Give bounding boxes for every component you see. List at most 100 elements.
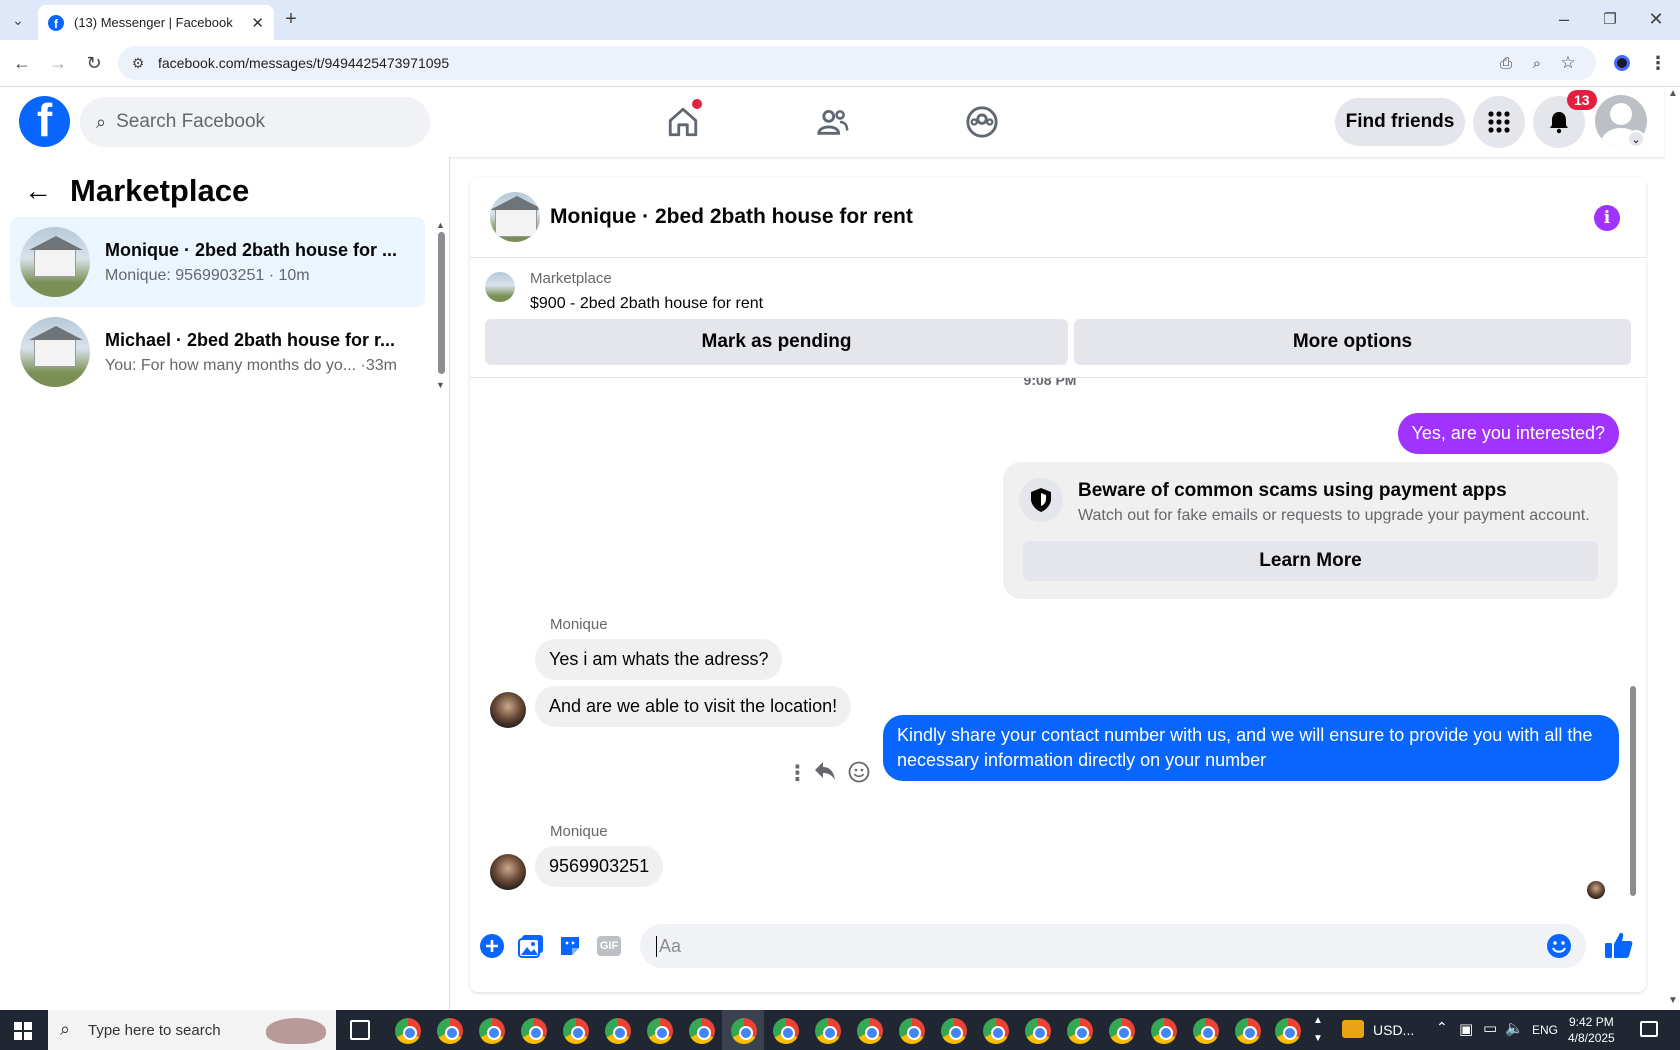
language-indicator[interactable]: ENG [1532, 1023, 1558, 1037]
chrome-taskbar-icon[interactable] [1109, 1018, 1135, 1044]
system-clock[interactable]: 9:42 PM 4/8/2025 [1568, 1014, 1615, 1046]
chrome-taskbar-icon[interactable] [1067, 1018, 1093, 1044]
sticker-icon[interactable] [556, 932, 584, 960]
sender-avatar[interactable] [490, 854, 526, 890]
chrome-taskbar-icon[interactable] [857, 1018, 883, 1044]
sender-avatar[interactable] [490, 692, 526, 728]
zoom-icon[interactable]: ⌕ [1523, 49, 1551, 77]
listing-thumbnail [20, 227, 90, 297]
mark-as-pending-button[interactable]: Mark as pending [485, 319, 1068, 365]
facebook-logo-icon[interactable]: f [19, 96, 70, 147]
chrome-taskbar-icon[interactable] [479, 1018, 505, 1044]
chrome-taskbar-icon[interactable] [605, 1018, 631, 1044]
message-scrollbar[interactable] [1630, 386, 1636, 903]
chrome-taskbar-icon[interactable] [395, 1018, 421, 1044]
currency-widget-label[interactable]: USD... [1373, 1022, 1414, 1038]
received-message[interactable]: 9569903251 [535, 846, 664, 887]
restore-icon[interactable]: ❐ [1596, 5, 1624, 33]
conversation-item[interactable]: Michael · 2bed 2bath house for r... You:… [10, 307, 425, 397]
gif-icon[interactable]: GIF [595, 932, 623, 960]
chrome-taskbar-icon[interactable] [899, 1018, 925, 1044]
friends-nav[interactable] [778, 87, 888, 157]
sender-name: Monique [550, 823, 608, 840]
network-icon[interactable]: ▭ [1483, 1019, 1497, 1037]
chrome-taskbar-icon[interactable] [815, 1018, 841, 1044]
react-emoji-icon[interactable] [848, 761, 870, 789]
info-icon[interactable]: i [1594, 205, 1620, 231]
chrome-taskbar-icon[interactable] [1025, 1018, 1051, 1044]
chrome-taskbar-icon[interactable] [563, 1018, 589, 1044]
tray-app-icon[interactable]: ▣ [1459, 1020, 1473, 1038]
chat-title[interactable]: Monique · 2bed 2bath house for rent [550, 205, 913, 229]
tray-overflow-icon[interactable]: ⌃ [1436, 1019, 1448, 1036]
site-info-icon[interactable]: ⚙ [124, 49, 152, 77]
chrome-taskbar-icon[interactable] [689, 1018, 715, 1044]
received-message[interactable]: And are we able to visit the location! [535, 686, 852, 727]
taskbar-scroll-icon[interactable]: ▲ ▼ [1313, 1012, 1323, 1048]
more-actions-icon[interactable]: ⋮ [787, 761, 808, 786]
taskbar-search-input[interactable]: ⌕ Type here to search [48, 1010, 336, 1050]
back-arrow-icon[interactable]: ← [24, 175, 52, 207]
profile-icon[interactable] [1608, 49, 1636, 77]
sidebar-scrollbar[interactable] [438, 232, 445, 374]
chrome-taskbar-icon[interactable] [1193, 1018, 1219, 1044]
chrome-taskbar-icon[interactable] [983, 1018, 1009, 1044]
currency-widget-icon[interactable] [1342, 1020, 1364, 1038]
conversation-item[interactable]: Monique · 2bed 2bath house for ... Moniq… [10, 217, 425, 307]
url-field[interactable]: ⚙ facebook.com/messages/t/94944254739710… [118, 46, 1596, 80]
chrome-taskbar-icon[interactable] [521, 1018, 547, 1044]
chrome-taskbar-icon[interactable] [437, 1018, 463, 1044]
listing-thumbnail[interactable] [485, 272, 515, 302]
groups-nav[interactable] [927, 87, 1037, 157]
back-icon[interactable]: ← [8, 49, 36, 77]
minimize-icon[interactable]: – [1550, 5, 1578, 33]
plus-icon[interactable] [478, 932, 506, 960]
chrome-taskbar-icon[interactable] [647, 1018, 673, 1044]
photo-icon[interactable] [517, 932, 545, 960]
chrome-taskbar-icon[interactable] [773, 1018, 799, 1044]
conversation-preview: You: For how many months do yo... ·33m [105, 356, 397, 374]
windows-start-icon[interactable] [14, 1022, 32, 1040]
sent-message[interactable]: Yes, are you interested? [1397, 413, 1619, 454]
chrome-taskbar-icon[interactable] [1151, 1018, 1177, 1044]
listing-title[interactable]: $900 - 2bed 2bath house for rent [530, 295, 763, 313]
find-friends-button[interactable]: Find friends [1335, 98, 1465, 146]
message-input[interactable]: Aa [640, 924, 1586, 968]
chrome-menu-icon[interactable]: ⋮ [1644, 49, 1672, 77]
menu-button[interactable] [1473, 96, 1525, 148]
close-window-icon[interactable]: ✕ [1642, 5, 1670, 33]
received-message[interactable]: Yes i am whats the adress? [535, 639, 783, 680]
chrome-taskbar-icon[interactable] [1235, 1018, 1261, 1044]
account-chevron-icon[interactable]: ⌄ [1627, 130, 1645, 148]
chrome-taskbar-icon-active[interactable] [731, 1018, 757, 1044]
new-tab-icon[interactable]: + [277, 5, 305, 33]
message-scrollbar-thumb[interactable] [1630, 686, 1636, 896]
reload-icon[interactable]: ↻ [80, 49, 108, 77]
message-timestamp: 9:08 PM [1023, 378, 1077, 388]
more-options-button[interactable]: More options [1074, 319, 1631, 365]
like-thumbs-up-icon[interactable] [1603, 929, 1635, 961]
home-nav[interactable] [628, 87, 738, 157]
bookmark-star-icon[interactable]: ☆ [1554, 49, 1582, 77]
notification-center-icon[interactable] [1640, 1021, 1658, 1037]
sidebar-scroll-up-icon[interactable]: ▲ [436, 220, 445, 230]
chat-avatar[interactable] [490, 192, 540, 242]
close-tab-icon[interactable]: ✕ [251, 14, 264, 32]
page-scrollbar-up-icon[interactable]: ▲ [1668, 88, 1678, 99]
search-facebook-input[interactable]: ⌕ Search Facebook [80, 97, 430, 147]
chrome-taskbar-icon[interactable] [941, 1018, 967, 1044]
tab-search-icon[interactable]: ⌄ [4, 6, 32, 34]
emoji-icon[interactable] [1545, 932, 1573, 960]
reply-icon[interactable] [814, 761, 836, 787]
sidebar-title: Marketplace [70, 173, 250, 208]
sidebar-scroll-down-icon[interactable]: ▼ [436, 380, 445, 390]
forward-icon[interactable]: → [44, 49, 72, 77]
install-icon[interactable]: ⎙ [1492, 49, 1520, 77]
volume-icon[interactable]: 🔈 [1505, 1019, 1524, 1037]
browser-tab[interactable]: f (13) Messenger | Facebook ✕ [38, 5, 274, 40]
learn-more-button[interactable]: Learn More [1023, 541, 1598, 581]
page-scrollbar-down-icon[interactable]: ▼ [1668, 995, 1678, 1006]
chrome-taskbar-icon[interactable] [1275, 1018, 1301, 1044]
task-view-icon[interactable] [350, 1020, 370, 1040]
sent-message[interactable]: Kindly share your contact number with us… [883, 715, 1619, 781]
